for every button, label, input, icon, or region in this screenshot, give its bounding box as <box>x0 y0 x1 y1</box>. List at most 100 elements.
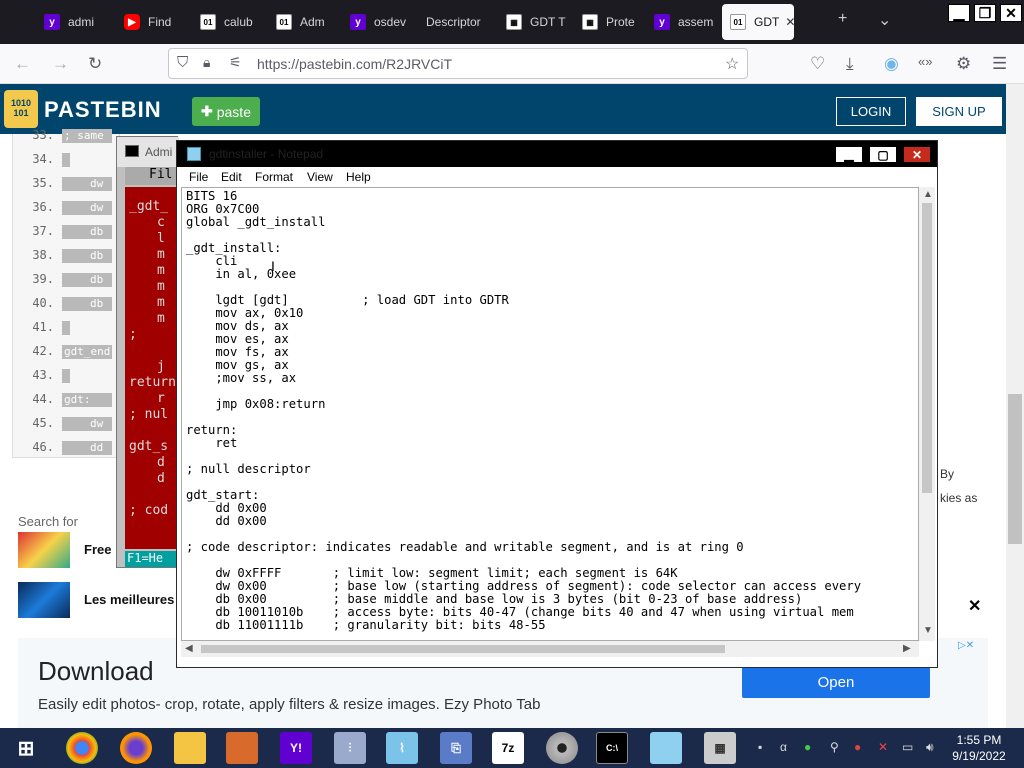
minimize-window-button[interactable]: ▁ <box>948 4 970 22</box>
monitor-icon[interactable]: ⌇ <box>386 732 418 764</box>
yahoo-icon[interactable]: Y! <box>280 732 312 764</box>
tray-icon[interactable]: ✕ <box>878 740 888 754</box>
menu-format[interactable]: Format <box>255 170 293 184</box>
console-line: return <box>129 375 176 390</box>
login-button[interactable]: LOGIN <box>836 97 906 126</box>
file-explorer-icon[interactable] <box>174 732 206 764</box>
tray-icon[interactable]: α <box>780 740 787 754</box>
console-body[interactable]: _gdt_ c l m m m m m; j return r; nul gdt_s d d; cod <box>125 187 179 549</box>
tab-6[interactable]: Descriptor <box>418 4 498 40</box>
scroll-down-icon[interactable]: ▼ <box>923 625 933 636</box>
volume-icon[interactable]: 🔊︎ <box>926 740 934 755</box>
menu-file[interactable]: File <box>189 170 208 184</box>
page-scrollbar[interactable] <box>1006 84 1024 728</box>
menu-edit[interactable]: Edit <box>221 170 242 184</box>
back-icon[interactable]: ← <box>14 54 31 74</box>
maximize-button[interactable]: ▢ <box>869 146 897 163</box>
horizontal-scrollbar[interactable]: ◀ ▶ <box>181 641 919 657</box>
restore-window-button[interactable]: ❐ <box>974 4 996 22</box>
search-result-text[interactable]: Les meilleures <box>84 592 174 607</box>
forward-icon[interactable]: → <box>52 54 69 74</box>
tab-8[interactable]: ▦ Prote <box>574 4 646 40</box>
cmd-icon[interactable]: C:\ <box>596 732 628 764</box>
close-window-button[interactable]: ✕ <box>1000 4 1022 22</box>
console-window[interactable]: Admi Fil _gdt_ c l m m m m m; j return r; nul gdt_s… <box>116 136 179 568</box>
tab-3[interactable]: 01 calub <box>192 4 268 40</box>
url-text[interactable]: https://pastebin.com/R2JRVCiT <box>257 56 452 72</box>
vertical-scrollbar-thumb[interactable] <box>922 203 932 493</box>
page-scrollbar-thumb[interactable] <box>1008 394 1022 544</box>
ad-title[interactable]: Download <box>38 656 154 687</box>
menu-icon[interactable]: ☰ <box>992 54 1007 74</box>
7zip-icon[interactable]: 7z <box>492 732 524 764</box>
network-icon[interactable]: ⎘ <box>440 732 472 764</box>
scroll-right-icon[interactable]: ▶ <box>903 643 911 654</box>
lock-icon[interactable]: 🔒︎ <box>203 54 210 71</box>
tab-7[interactable]: ▦ GDT T <box>498 4 574 40</box>
tab-4[interactable]: 01 Adm <box>268 4 342 40</box>
tab-1[interactable]: y admi <box>36 4 116 40</box>
notepad-text[interactable]: BITS 16 ORG 0x7C00 global _gdt_install _… <box>186 190 861 632</box>
notepad-text-area[interactable]: BITS 16 ORG 0x7C00 global _gdt_install _… <box>181 187 919 641</box>
extension-icon[interactable]: «» <box>918 54 932 69</box>
url-bar[interactable]: ⛉ 🔒︎ ⚟ https://pastebin.com/R2JRVCiT ☆ <box>168 48 748 79</box>
extension-icon[interactable]: ⚙ <box>956 54 971 74</box>
bookmark-star-icon[interactable]: ☆ <box>725 54 739 74</box>
menu-view[interactable]: View <box>307 170 333 184</box>
pocket-icon[interactable]: ♡ <box>810 54 825 74</box>
console-menu[interactable]: Fil <box>125 167 179 185</box>
new-tab-icon[interactable]: + <box>838 10 847 28</box>
ad-subtitle[interactable]: Easily edit photos- crop, rotate, apply … <box>38 696 540 713</box>
download-icon[interactable]: ⤓ <box>846 54 854 74</box>
tray-icon[interactable]: ▪ <box>758 740 762 754</box>
tab-5[interactable]: y osdev <box>342 4 418 40</box>
menu-help[interactable]: Help <box>346 170 371 184</box>
mixer-icon[interactable]: ⫶ <box>334 732 366 764</box>
clock[interactable]: 1:55 PM 9/19/2022 <box>944 732 1014 764</box>
chevron-down-icon[interactable]: ⌄ <box>878 10 891 30</box>
permissions-icon[interactable]: ⚟ <box>229 54 242 71</box>
extension-icon[interactable]: ◉ <box>884 54 899 74</box>
code-line: db <box>62 273 112 287</box>
tab-2[interactable]: ▶ Find <box>116 4 192 40</box>
new-paste-button[interactable]: ✚ paste <box>192 97 260 126</box>
minimize-button[interactable]: ▁ <box>835 146 863 163</box>
taskbar: ⊞ Y! ⫶ ⌇ ⎘ 7z C:\ ▦ ▪ α ● ⚲ ● ✕ ▭ 🔊︎ 1:5… <box>0 728 1024 768</box>
console-line: m <box>157 311 165 326</box>
calculator-icon[interactable]: ▦ <box>704 732 736 764</box>
scroll-left-icon[interactable]: ◀ <box>185 643 193 654</box>
tab-9[interactable]: y assem <box>646 4 720 40</box>
notepad-titlebar[interactable]: gdtinstaller - Notepad ▁ ▢ ✕ <box>177 141 937 167</box>
browser-tab-strip: y admi ▶ Find 01 calub 01 Adm y osdev Descrip… <box>0 0 1024 44</box>
console-title-text: Admi <box>145 145 173 159</box>
notepad-window[interactable]: gdtinstaller - Notepad ▁ ▢ ✕ File Edit F… <box>176 140 938 668</box>
close-icon[interactable]: ✕ <box>968 596 981 616</box>
notepad-icon[interactable] <box>650 732 682 764</box>
scroll-up-icon[interactable]: ▲ <box>923 189 933 200</box>
pastebin-logo[interactable]: 1010 101 <box>4 90 38 128</box>
windows-start-icon[interactable]: ⊞ <box>10 732 42 764</box>
close-button[interactable]: ✕ <box>903 146 931 163</box>
site-title[interactable]: PASTEBIN <box>44 97 162 123</box>
pastebin-icon: 01 <box>200 14 216 30</box>
vertical-scrollbar[interactable]: ▲ ▼ <box>919 187 935 641</box>
firefox-icon[interactable] <box>120 732 152 764</box>
signup-button[interactable]: SIGN UP <box>916 97 1002 126</box>
ad-open-button[interactable]: Open <box>742 666 930 698</box>
tray-icon[interactable]: ● <box>854 740 861 754</box>
tab-active[interactable]: 01 GDT ✕ <box>722 4 794 40</box>
search-icon[interactable]: ⚲ <box>830 740 839 754</box>
reload-icon[interactable]: ↻ <box>88 54 102 74</box>
horizontal-scrollbar-thumb[interactable] <box>201 645 725 653</box>
close-tab-icon[interactable]: ✕ <box>785 15 794 29</box>
tray-icon[interactable]: ● <box>804 740 811 754</box>
paint-icon[interactable] <box>226 732 258 764</box>
console-title[interactable]: Admi <box>117 137 179 167</box>
chrome-icon[interactable] <box>66 732 98 764</box>
search-result-text[interactable]: Free <box>84 542 111 557</box>
shield-icon[interactable]: ⛉ <box>177 54 188 71</box>
network-tray-icon[interactable]: ▭ <box>902 740 913 754</box>
ad-choices-icon[interactable]: ▷✕ <box>958 640 974 651</box>
cookie-text: By <box>940 467 955 481</box>
media-icon[interactable] <box>546 732 578 764</box>
